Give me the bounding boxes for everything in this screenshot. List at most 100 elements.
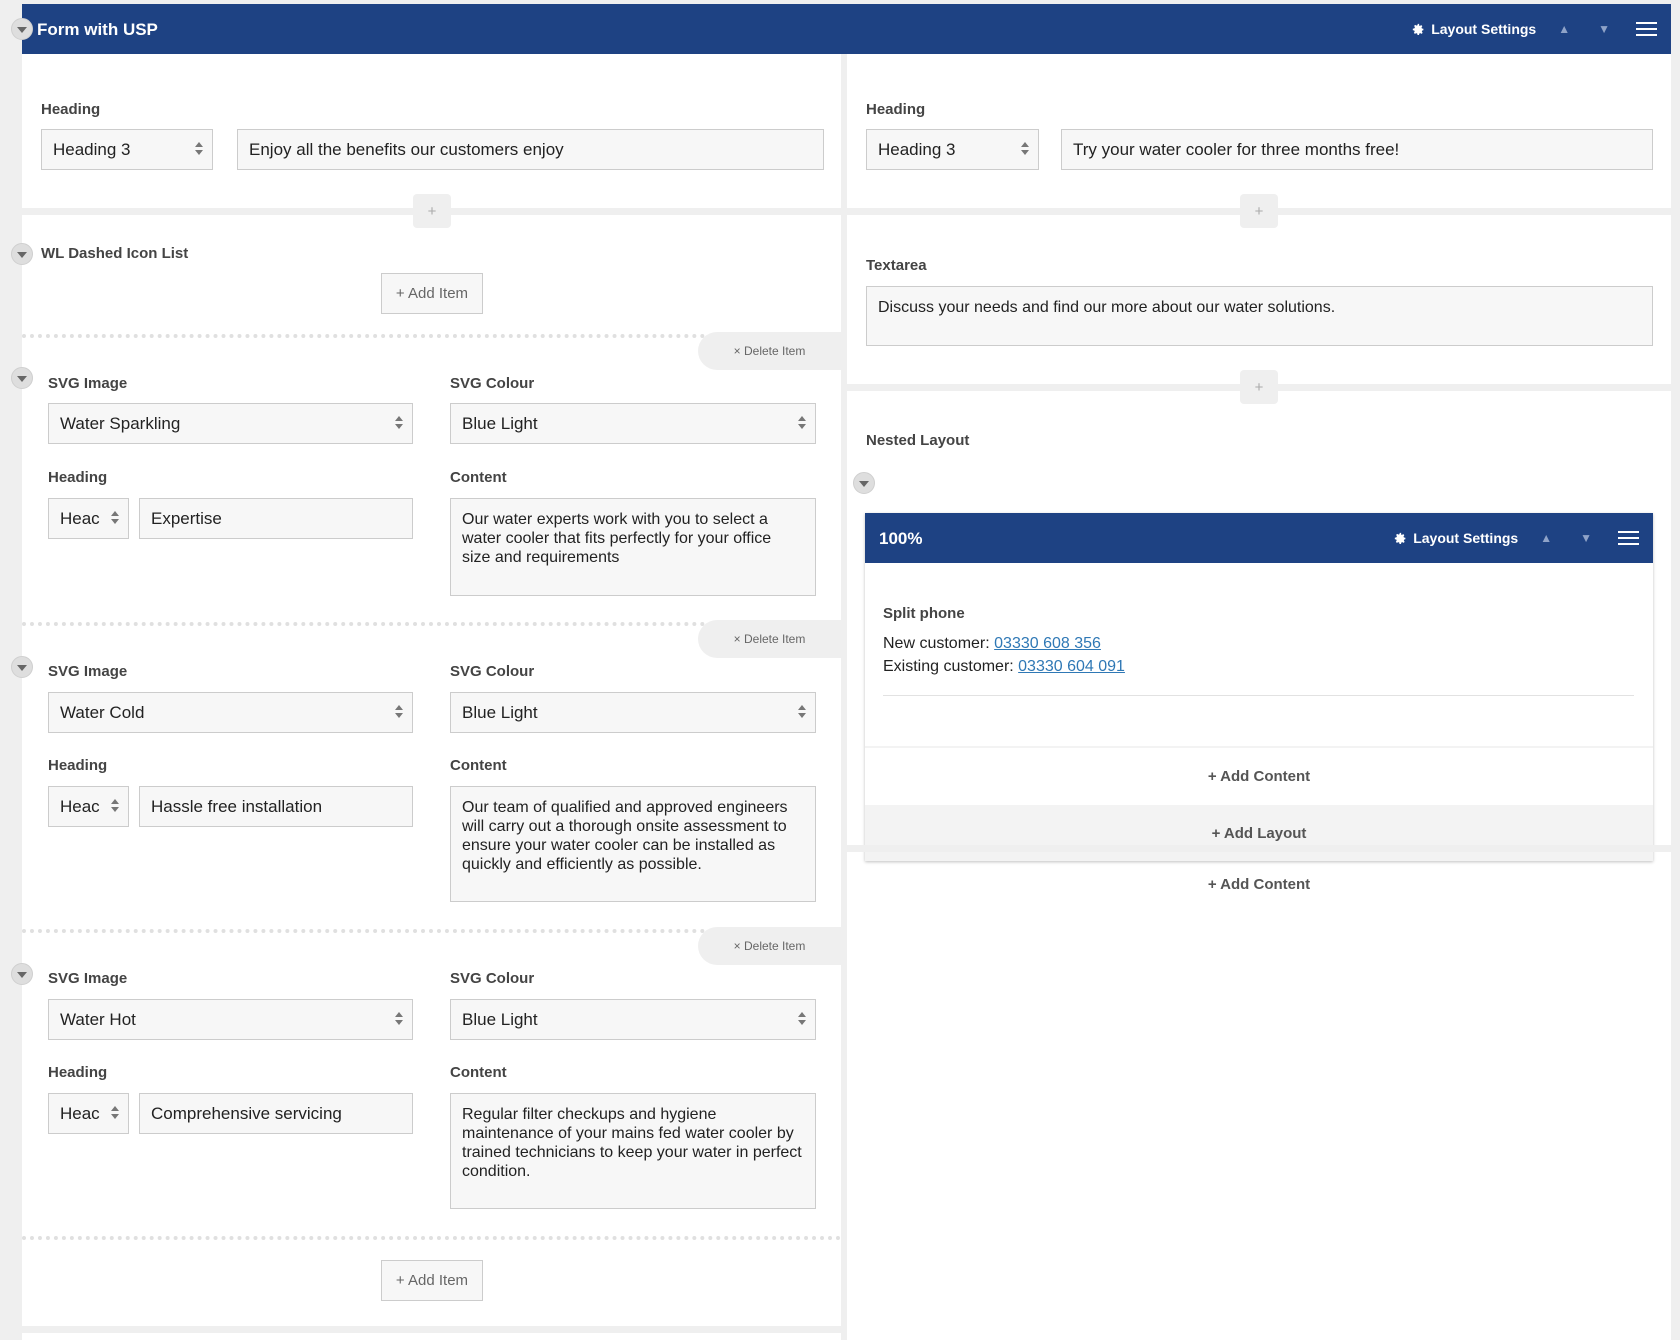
item-heading-level-value: Heac	[60, 508, 100, 528]
svg-image-label: SVG Image	[48, 970, 128, 987]
select-caret-icon	[111, 511, 119, 524]
heading-text-input[interactable]: Try your water cooler for three months f…	[1061, 129, 1653, 170]
heading-level-select[interactable]: Heading 3	[866, 129, 1039, 170]
nested-divider	[883, 695, 1634, 696]
heading-level-value: Heading 3	[53, 139, 131, 159]
item-heading-label: Heading	[48, 757, 108, 774]
nested-layout-body: Split phone New customer: 03330 608 356 …	[865, 563, 1653, 746]
new-customer-phone-link[interactable]: 03330 608 356	[994, 635, 1101, 652]
svg-colour-label: SVG Colour	[450, 375, 535, 392]
collapse-toggle-icon[interactable]	[11, 656, 33, 678]
item-heading-level-value: Heac	[60, 1103, 100, 1123]
svg-colour-select[interactable]: Blue Light	[450, 403, 816, 444]
layout-title: Form with USP	[37, 20, 158, 39]
add-block-button[interactable]: +	[1240, 194, 1278, 228]
textarea-label: Textarea	[866, 257, 927, 274]
add-layout-button[interactable]: + Add Layout	[865, 805, 1653, 861]
svg-image-value: Water Sparkling	[60, 413, 181, 433]
nested-layout-title: 100%	[879, 529, 923, 548]
nested-layout: 100% Layout Settings ▲ ▼ Split phone New…	[865, 513, 1653, 861]
select-caret-icon	[111, 799, 119, 812]
arrow-up-icon[interactable]: ▲	[1534, 531, 1558, 545]
add-block-button[interactable]: +	[413, 194, 451, 228]
select-caret-icon	[395, 705, 403, 718]
delete-item-button[interactable]: × Delete Item	[698, 927, 841, 965]
svg-colour-label: SVG Colour	[450, 663, 535, 680]
heading-level-value: Heading 3	[878, 139, 956, 159]
new-customer-label: New customer:	[883, 635, 995, 652]
delete-item-button[interactable]: × Delete Item	[698, 332, 841, 370]
item-heading-label: Heading	[48, 1064, 108, 1081]
existing-customer-label: Existing customer:	[883, 658, 1019, 675]
item-heading-level-select[interactable]: Heac	[48, 498, 129, 539]
svg-colour-value: Blue Light	[462, 702, 538, 722]
collapse-toggle-icon[interactable]	[11, 243, 33, 265]
item-heading-level-select[interactable]: Heac	[48, 1093, 129, 1134]
svg-image-select[interactable]: Water Cold	[48, 692, 413, 733]
add-item-button-bottom[interactable]: + Add Item	[381, 1260, 483, 1301]
select-caret-icon	[111, 1106, 119, 1119]
content-label: Content	[450, 757, 507, 774]
arrow-up-icon[interactable]: ▲	[1552, 22, 1576, 36]
existing-customer-phone-link[interactable]: 03330 604 091	[1018, 658, 1125, 675]
layout-settings-button[interactable]: Layout Settings	[1412, 21, 1536, 37]
item-heading-input[interactable]: Expertise	[139, 498, 413, 539]
nested-layout-label: Nested Layout	[866, 432, 970, 449]
add-item-button-top[interactable]: + Add Item	[381, 273, 483, 314]
hamburger-menu-icon[interactable]	[1632, 22, 1661, 36]
add-block-button[interactable]: +	[1240, 370, 1278, 404]
item-heading-level-select[interactable]: Heac	[48, 786, 129, 827]
svg-image-value: Water Hot	[60, 1009, 136, 1029]
hamburger-menu-icon[interactable]	[1614, 531, 1643, 545]
select-caret-icon	[195, 142, 203, 155]
arrow-down-icon[interactable]: ▼	[1574, 531, 1598, 545]
svg-image-select[interactable]: Water Sparkling	[48, 403, 413, 444]
layout-settings-label: Layout Settings	[1431, 21, 1537, 37]
page-builder: Form with USP Layout Settings ▲ ▼ Headin…	[0, 0, 1680, 1340]
layout-header-controls: Layout Settings ▲ ▼	[1412, 4, 1661, 54]
item-heading-level-value: Heac	[60, 796, 100, 816]
delete-item-button[interactable]: × Delete Item	[698, 620, 841, 658]
item-divider	[22, 1236, 841, 1240]
content-textarea[interactable]: Regular filter checkups and hygiene main…	[450, 1093, 816, 1209]
select-caret-icon	[798, 705, 806, 718]
select-caret-icon	[1021, 142, 1029, 155]
gear-icon	[1413, 23, 1424, 35]
select-caret-icon	[395, 416, 403, 429]
textarea-field[interactable]: Discuss your needs and find our more abo…	[866, 286, 1653, 346]
add-content-button[interactable]: + Add Content	[847, 856, 1671, 912]
layout-header: Form with USP Layout Settings ▲ ▼	[22, 4, 1671, 54]
collapse-toggle-icon[interactable]	[853, 472, 875, 494]
svg-image-label: SVG Image	[48, 663, 128, 680]
svg-colour-select[interactable]: Blue Light	[450, 692, 816, 733]
content-textarea[interactable]: Our water experts work with you to selec…	[450, 498, 816, 596]
heading-label: Heading	[866, 101, 926, 118]
existing-customer-line: Existing customer: 03330 604 091	[883, 658, 1125, 676]
collapse-toggle-icon[interactable]	[11, 18, 33, 40]
content-label: Content	[450, 1064, 507, 1081]
nested-layout-settings-button[interactable]: Layout Settings	[1394, 530, 1518, 546]
item-heading-input[interactable]: Hassle free installation	[139, 786, 413, 827]
svg-colour-value: Blue Light	[462, 413, 538, 433]
svg-image-select[interactable]: Water Hot	[48, 999, 413, 1040]
separator	[22, 1326, 841, 1333]
content-label: Content	[450, 469, 507, 486]
content-textarea[interactable]: Our team of qualified and approved engin…	[450, 786, 816, 902]
svg-colour-label: SVG Colour	[450, 970, 535, 987]
split-phone-label: Split phone	[883, 605, 965, 622]
select-caret-icon	[798, 416, 806, 429]
select-caret-icon	[798, 1012, 806, 1025]
nested-add-content-button[interactable]: + Add Content	[865, 748, 1653, 805]
collapse-toggle-icon[interactable]	[11, 367, 33, 389]
heading-text-input[interactable]: Enjoy all the benefits our customers enj…	[237, 129, 824, 170]
item-heading-input[interactable]: Comprehensive servicing	[139, 1093, 413, 1134]
heading-level-select[interactable]: Heading 3	[41, 129, 213, 170]
svg-colour-select[interactable]: Blue Light	[450, 999, 816, 1040]
svg-colour-value: Blue Light	[462, 1009, 538, 1029]
svg-image-label: SVG Image	[48, 375, 128, 392]
nested-layout-settings-label: Layout Settings	[1413, 530, 1519, 546]
arrow-down-icon[interactable]: ▼	[1592, 22, 1616, 36]
collapse-toggle-icon[interactable]	[11, 963, 33, 985]
new-customer-line: New customer: 03330 608 356	[883, 635, 1101, 653]
gear-icon	[1395, 532, 1406, 544]
